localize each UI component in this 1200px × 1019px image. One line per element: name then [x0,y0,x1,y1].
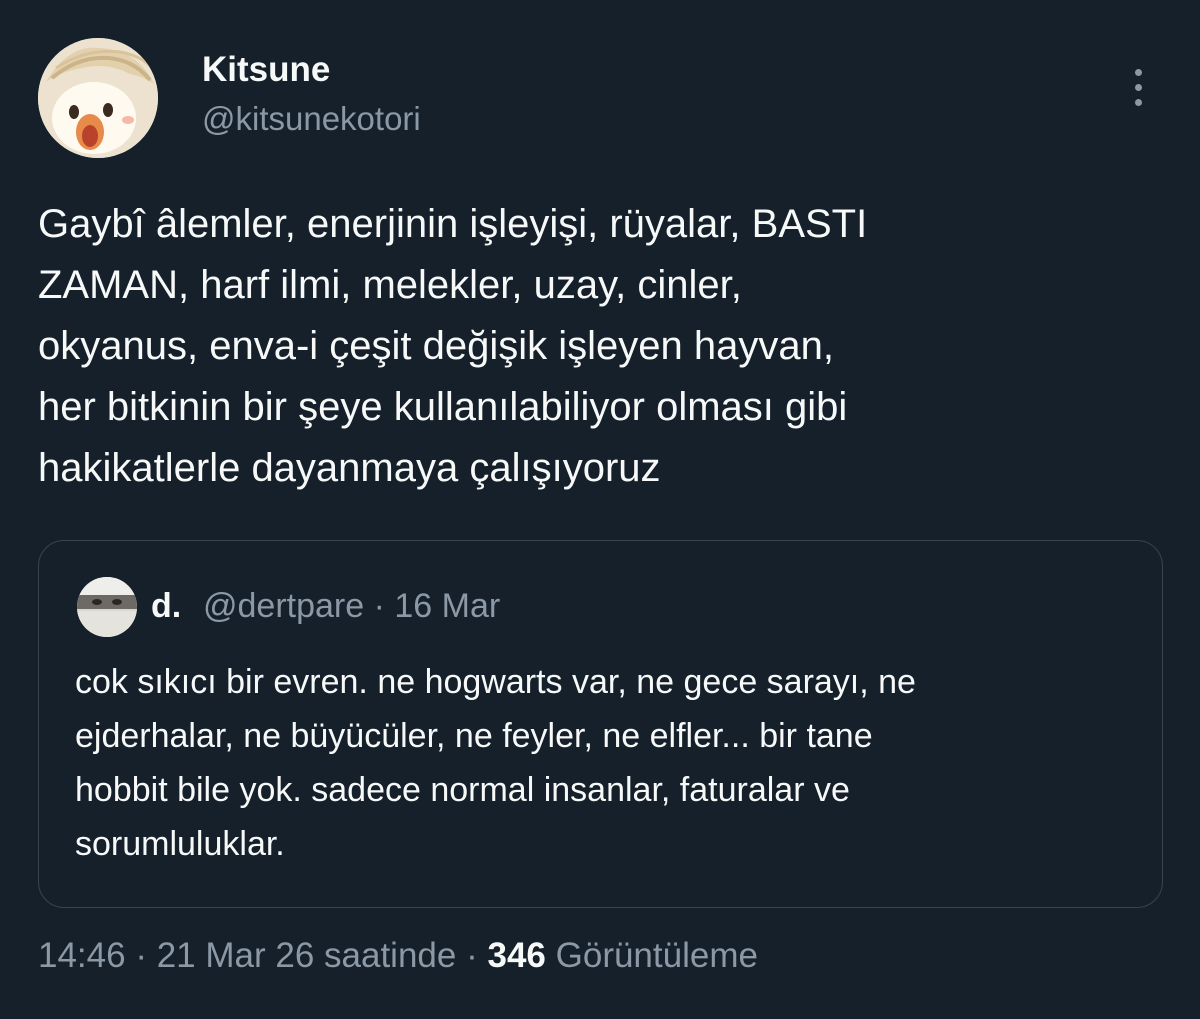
quote-avatar-image [77,577,137,637]
more-vertical-icon [1134,68,1142,76]
quote-author-meta: @dertpare · 16 Mar [203,587,500,626]
quote-author-avatar[interactable] [77,577,137,637]
quote-author-display-name[interactable]: d. [151,587,181,626]
more-options-button[interactable] [1116,62,1160,112]
author-handle[interactable]: @kitsunekotori [202,100,421,138]
footer-separator-2: · [466,936,478,975]
author-avatar-image [38,38,158,158]
views-count[interactable]: 346 [487,936,545,975]
tweet-date[interactable]: 21 Mar 26 saatinde [157,936,457,975]
tweet-time[interactable]: 14:46 [38,936,126,975]
more-vertical-icon-dot [1134,98,1142,106]
tweet-footer: 14:46 · 21 Mar 26 saatinde · 346 Görüntü… [38,936,758,976]
more-vertical-icon-dot [1134,83,1142,91]
tweet-text: Gaybî âlemler, enerjinin işleyişi, rüyal… [38,202,868,490]
quoted-tweet[interactable]: d. @dertpare · 16 Mar cok sıkıcı bir evr… [38,540,1163,908]
author-avatar[interactable] [38,38,158,158]
quote-text: cok sıkıcı bir evren. ne hogwarts var, n… [75,663,916,863]
footer-separator: · [135,936,147,975]
author-display-name[interactable]: Kitsune [202,50,330,90]
quote-author-handle[interactable]: @dertpare [203,587,364,625]
views-label[interactable]: Görüntüleme [556,936,758,975]
tweet: Kitsune @kitsunekotori Gaybî âlemler, en… [0,0,1200,1019]
quote-date[interactable]: 16 Mar [394,587,500,625]
quote-separator: · [373,587,385,625]
